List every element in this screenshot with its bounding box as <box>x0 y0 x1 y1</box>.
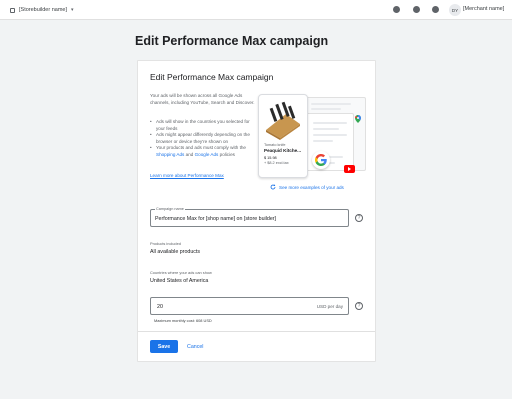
campaign-name-field[interactable]: Campaign name Performance Max for [shop … <box>150 207 349 227</box>
max-monthly-cost: Maximum monthly cost: 608 USD <box>154 318 212 323</box>
campaign-name-help-icon[interactable]: ? <box>355 214 363 222</box>
refresh-icon <box>270 184 276 190</box>
page-title: Edit Performance Max campaign <box>135 34 329 48</box>
knife-block-image <box>266 101 300 140</box>
avatar[interactable]: DY <box>449 4 461 16</box>
product-name: Peaquid Kitche... <box>264 148 302 153</box>
card-title: Edit Performance Max campaign <box>150 72 274 82</box>
ad-preview-illustration: Tomato knife Peaquid Kitche... $ 15.98 +… <box>256 93 374 183</box>
top-bar: [Storebuilder name] ▾ DY [Merchant name] <box>0 0 512 20</box>
countries-value: United States of America <box>150 278 209 284</box>
budget-help-icon[interactable]: ? <box>355 302 363 310</box>
budget-input[interactable]: 20 <box>157 304 163 310</box>
learn-more-link[interactable]: Learn more about Performance Max <box>150 173 224 178</box>
edit-campaign-card: Edit Performance Max campaign Your ads w… <box>137 60 376 362</box>
store-selector-label: [Storebuilder name] <box>19 7 67 13</box>
map-pin-icon <box>355 115 361 123</box>
bullet-item: Ads might appear differently depending o… <box>150 132 258 145</box>
see-more-examples-link[interactable]: See more examples of your ads <box>270 184 344 190</box>
products-label: Products included <box>150 241 181 246</box>
product-ad-card: Tomato knife Peaquid Kitche... $ 15.98 +… <box>258 94 308 178</box>
bullet-item: Ads will show in the countries you selec… <box>150 119 258 132</box>
store-selector[interactable]: [Storebuilder name] ▾ <box>6 4 78 16</box>
divider <box>138 331 375 332</box>
products-value: All available products <box>150 249 201 255</box>
youtube-icon <box>344 165 355 173</box>
product-shipping: + $8.2 excl.tax <box>264 161 289 165</box>
intro-text: Your ads will be shown across all Google… <box>150 93 255 105</box>
info-bullets: Ads will show in the countries you selec… <box>150 119 258 158</box>
shopping-ads-link[interactable]: Shopping Ads <box>156 152 184 157</box>
cancel-button[interactable]: Cancel <box>187 340 204 353</box>
google-ads-link[interactable]: Google Ads <box>195 152 219 157</box>
store-icon <box>10 7 15 13</box>
save-button[interactable]: Save <box>150 340 178 353</box>
notifications-icon[interactable] <box>413 6 420 13</box>
product-price: $ 15.98 <box>264 156 277 160</box>
budget-suffix: USD per day <box>316 304 343 309</box>
chevron-down-icon: ▾ <box>71 7 74 13</box>
budget-field[interactable]: 20 USD per day <box>150 297 349 315</box>
campaign-name-input[interactable]: Performance Max for [shop name] on [stor… <box>155 216 276 222</box>
merchant-name[interactable]: [Merchant name] <box>463 6 504 12</box>
google-logo-icon <box>312 151 330 169</box>
help-circle-icon[interactable] <box>393 6 400 13</box>
product-brand: Tomato knife <box>264 143 286 147</box>
campaign-name-label: Campaign name <box>155 207 185 211</box>
apps-icon[interactable] <box>432 6 439 13</box>
countries-label: Countries where your ads can show <box>150 270 212 275</box>
bullet-item-policies: Your products and ads must comply with t… <box>150 145 258 158</box>
